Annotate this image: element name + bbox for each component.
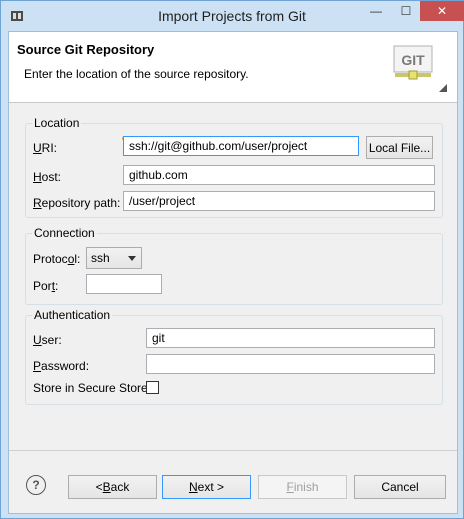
protocol-label: Protocol: <box>33 252 81 266</box>
host-input[interactable] <box>123 165 435 185</box>
dialog-content: Source Git Repository Enter the location… <box>8 31 458 514</box>
help-icon[interactable]: ? <box>26 475 46 495</box>
local-file-button[interactable]: Local File... <box>366 136 433 159</box>
user-label: User: <box>33 333 62 347</box>
protocol-selected-value: ssh <box>91 251 110 265</box>
port-label: Port: <box>33 279 59 293</box>
git-logo-text: GIT <box>401 52 425 68</box>
close-button[interactable]: ✕ <box>420 1 464 21</box>
protocol-dropdown[interactable]: ssh <box>86 247 142 269</box>
page-description: Enter the location of the source reposit… <box>24 67 249 81</box>
password-label: Password: <box>33 359 90 373</box>
location-legend: Location <box>34 116 80 130</box>
dialog-window: Import Projects from Git — ☐ ✕ Source Gi… <box>0 0 464 519</box>
back-button[interactable]: < Back <box>68 475 157 499</box>
cancel-button[interactable]: Cancel <box>354 475 446 499</box>
minimize-button[interactable]: — <box>363 1 389 21</box>
git-logo-icon: GIT <box>393 45 433 80</box>
finish-button[interactable]: Finish <box>258 475 347 499</box>
connection-legend: Connection <box>34 226 95 240</box>
port-input[interactable] <box>86 274 162 294</box>
password-input[interactable] <box>146 354 435 374</box>
maximize-button[interactable]: ☐ <box>393 1 419 21</box>
secure-store-checkbox[interactable] <box>146 381 159 394</box>
secure-store-label: Store in Secure Store <box>33 381 148 395</box>
uri-input[interactable] <box>123 136 359 156</box>
title-bar[interactable]: Import Projects from Git — ☐ ✕ <box>1 1 464 31</box>
page-title: Source Git Repository <box>17 42 155 57</box>
host-label: Host: <box>33 170 62 184</box>
next-button[interactable]: Next > <box>162 475 251 499</box>
chevron-down-icon <box>128 256 136 261</box>
footer-separator <box>9 450 457 451</box>
authentication-legend: Authentication <box>34 308 111 322</box>
user-input[interactable] <box>146 328 435 348</box>
repository-path-input[interactable] <box>123 191 435 211</box>
wizard-header: Source Git Repository Enter the location… <box>9 32 457 103</box>
repository-path-label: Repository path: <box>33 196 121 210</box>
uri-label: URI: <box>33 141 58 155</box>
header-corner-decoration <box>439 84 447 92</box>
